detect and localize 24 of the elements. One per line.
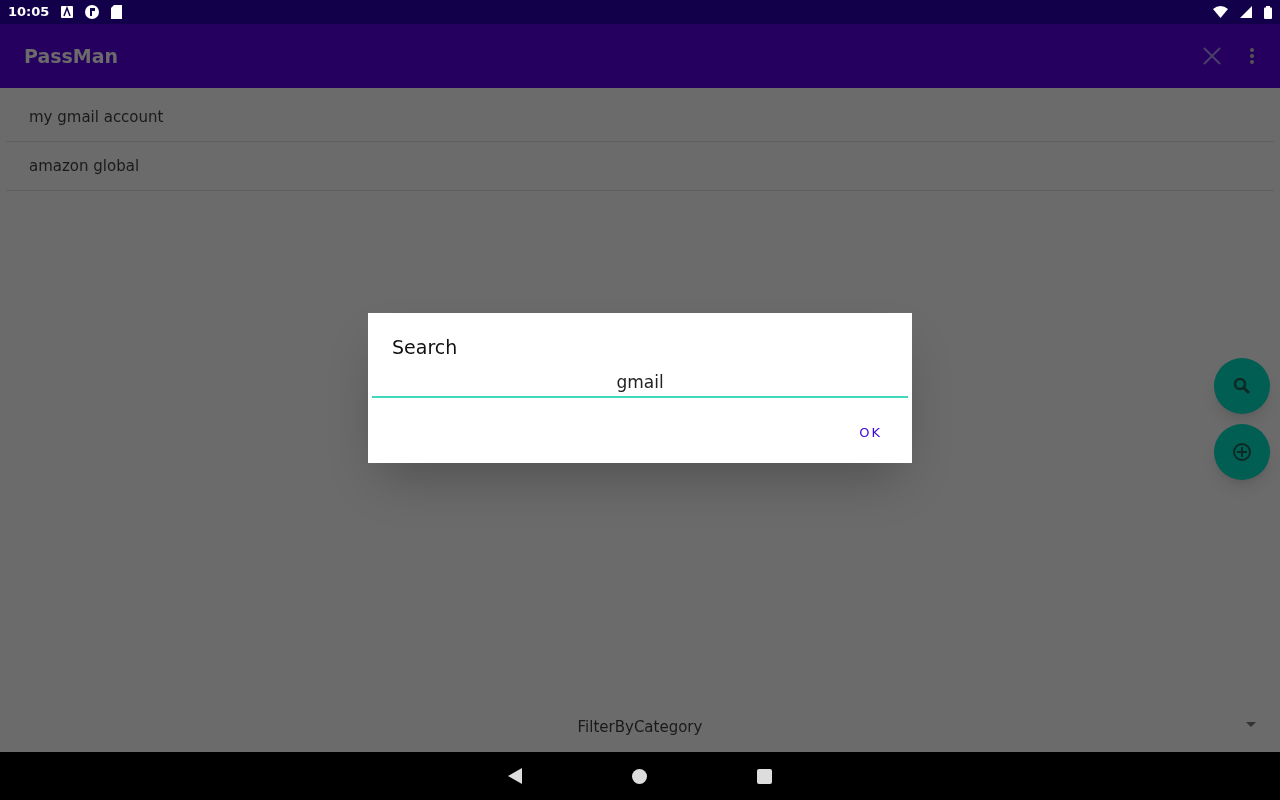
back-icon[interactable] xyxy=(508,768,522,784)
entry-row[interactable]: my gmail account xyxy=(6,93,1274,142)
notification-icon xyxy=(61,6,74,18)
battery-icon xyxy=(1264,5,1272,19)
search-icon xyxy=(1233,377,1251,395)
ok-button[interactable]: OK xyxy=(847,418,894,446)
sd-card-icon xyxy=(111,5,123,19)
dialog-title: Search xyxy=(392,335,459,360)
dropdown-arrow-icon xyxy=(1246,722,1256,727)
entry-row[interactable]: amazon global xyxy=(6,142,1274,191)
home-icon[interactable] xyxy=(632,768,647,784)
wifi-icon xyxy=(1213,6,1228,18)
status-time: 10:05 xyxy=(8,3,50,22)
notification-icon xyxy=(85,5,100,19)
close-icon xyxy=(1202,46,1222,66)
category-spinner[interactable]: FilterByCategory xyxy=(0,702,1280,752)
app-title: PassMan xyxy=(24,43,119,69)
search-field[interactable]: gmail xyxy=(372,367,908,398)
signal-icon xyxy=(1240,6,1252,18)
more-icon xyxy=(1250,48,1254,64)
add-circle-icon xyxy=(1232,442,1252,462)
add-fab[interactable] xyxy=(1214,424,1270,480)
recents-icon[interactable] xyxy=(757,768,772,784)
search-fab[interactable] xyxy=(1214,358,1270,414)
